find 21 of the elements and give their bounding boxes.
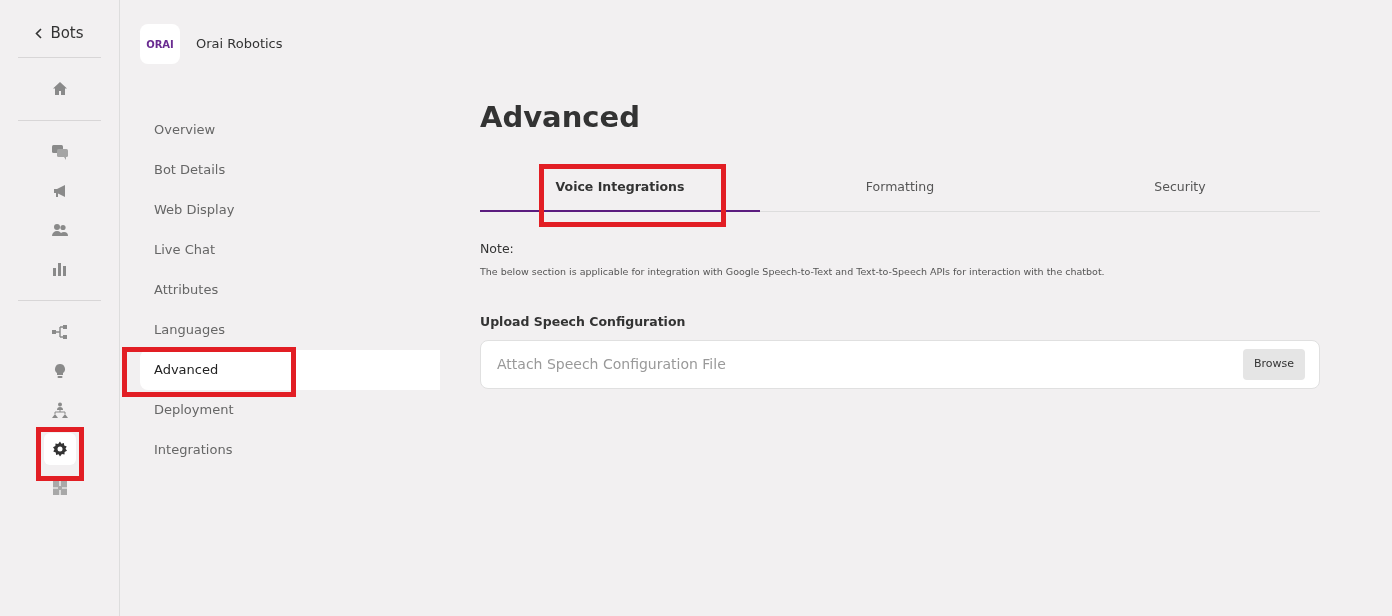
menu-item[interactable]: Deployment (140, 390, 440, 430)
browse-button[interactable]: Browse (1242, 349, 1305, 380)
menu-item[interactable]: Advanced (140, 350, 440, 390)
menu-item[interactable]: Integrations (140, 430, 440, 470)
menu-item[interactable]: Bot Details (140, 150, 440, 190)
back-link[interactable]: Bots (0, 22, 119, 45)
note-heading: Note: (480, 240, 515, 259)
tab[interactable]: Formatting (760, 167, 1040, 213)
logo: ORAI (140, 24, 180, 64)
menu-item[interactable]: Attributes (140, 270, 440, 310)
menu-item[interactable]: Live Chat (140, 230, 440, 270)
menu-item[interactable]: Web Display (140, 190, 440, 230)
tab[interactable]: Voice Integrations (480, 167, 760, 213)
page-title: Advanced (480, 99, 641, 136)
menu-item[interactable]: Overview (140, 110, 440, 150)
upload-label: Upload Speech Configuration (480, 313, 687, 332)
menu-item[interactable]: Languages (140, 310, 440, 350)
note-text: The below section is applicable for integration with Google Speech-to-Text and Text-to-Speech APIs for interaction with the chatbot. (480, 265, 1106, 279)
bot-name: Orai Robotics (196, 35, 283, 54)
tab[interactable]: Security (1040, 167, 1320, 213)
file-field[interactable]: Attach Speech Configuration File Browse (480, 340, 1320, 389)
